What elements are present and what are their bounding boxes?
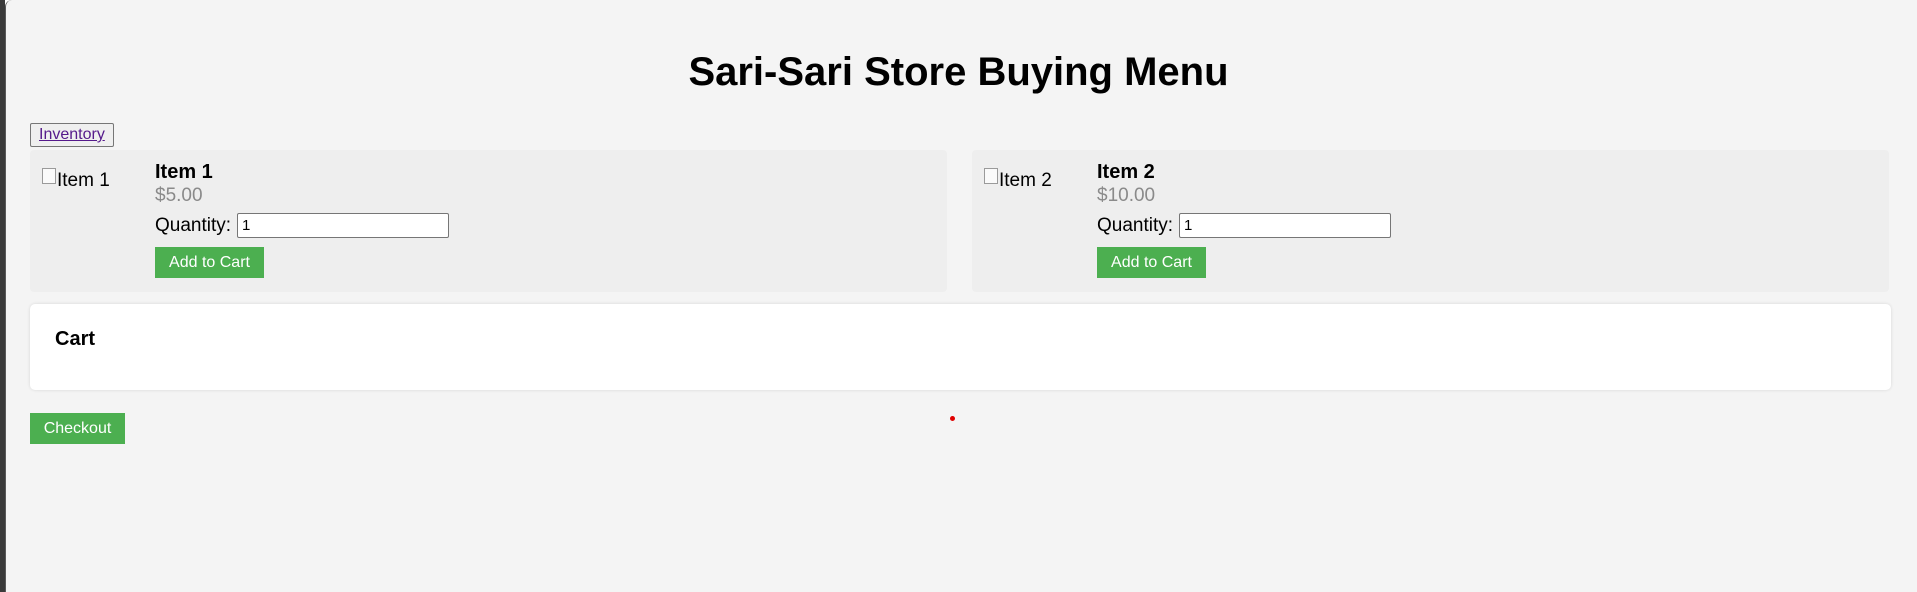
inventory-link[interactable]: Inventory: [30, 123, 114, 147]
product-name: Item 2: [1097, 161, 1155, 183]
product-price: $10.00: [1097, 185, 1156, 206]
quantity-label: Quantity:: [155, 214, 232, 236]
product-card-item-1: Item 1 Item 1 $5.00 Quantity: Add to Car…: [30, 150, 947, 292]
add-to-cart-button[interactable]: Add to Cart: [1097, 247, 1206, 278]
quantity-row: Quantity:: [155, 213, 450, 238]
page-title: Sari-Sari Store Buying Menu: [688, 50, 1229, 94]
add-to-cart-button[interactable]: Add to Cart: [155, 247, 264, 278]
product-name: Item 1: [155, 161, 213, 183]
product-card-item-2: Item 2 Item 2 $10.00 Quantity: Add to Ca…: [972, 150, 1889, 292]
broken-image-icon: [984, 168, 998, 184]
product-image: Item 2: [984, 168, 1052, 192]
quantity-label: Quantity:: [1097, 214, 1174, 236]
mouse-cursor-dot: [950, 416, 955, 421]
broken-image-icon: [42, 168, 56, 184]
cart-panel: Cart: [30, 304, 1891, 390]
product-image: Item 1: [42, 168, 110, 192]
cart-title: Cart: [55, 328, 96, 350]
product-price: $5.00: [155, 185, 203, 206]
product-image-alt: Item 1: [57, 170, 110, 191]
quantity-row: Quantity:: [1097, 213, 1392, 238]
product-image-alt: Item 2: [999, 170, 1052, 191]
checkout-button[interactable]: Checkout: [30, 413, 125, 444]
quantity-input[interactable]: [237, 213, 450, 238]
quantity-input[interactable]: [1179, 213, 1392, 238]
